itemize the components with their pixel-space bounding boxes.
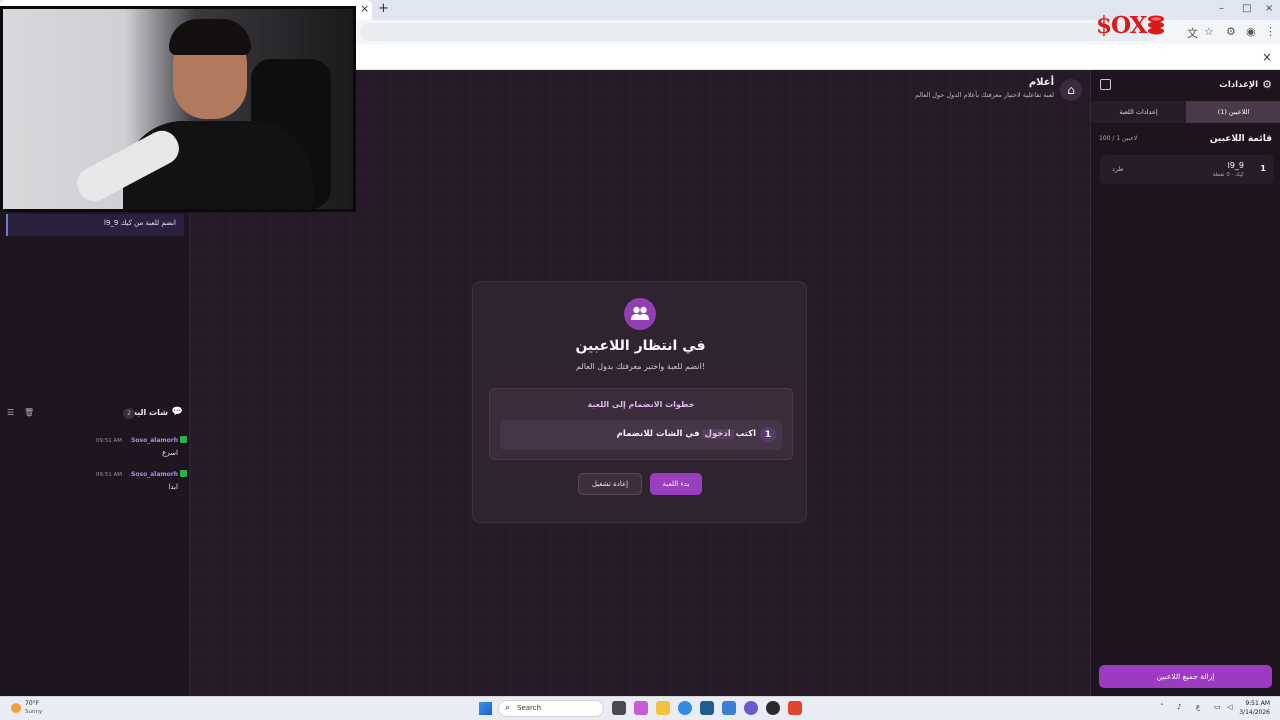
url-field[interactable] bbox=[360, 23, 1160, 41]
maximize-icon[interactable]: □ bbox=[1242, 3, 1251, 14]
settings-title: الإعدادات bbox=[1219, 80, 1258, 90]
chrome-icon[interactable] bbox=[678, 701, 692, 715]
search-icon: ⌕ bbox=[505, 703, 511, 713]
file-explorer-icon[interactable] bbox=[656, 701, 670, 715]
clock-date[interactable]: 3/14/2026 bbox=[1239, 709, 1270, 716]
join-steps: خطوات الانضمام إلى اللعبة 1 اكتبادخولفي … bbox=[489, 388, 793, 460]
chat-count-badge: 2 bbox=[123, 408, 135, 419]
kick-badge-icon bbox=[180, 470, 187, 477]
streamer-hair bbox=[169, 19, 251, 55]
chat-bubble-icon: 💬 bbox=[171, 407, 183, 417]
join-step: 1 اكتبادخولفي الشات للانضمام bbox=[500, 420, 782, 450]
restart-button[interactable]: إعادة تشغيل bbox=[578, 473, 642, 495]
players-count: 100 / 1 لاعبين bbox=[1099, 135, 1138, 142]
join-notification-text: l9_9 انضم للعبة من كيك bbox=[104, 219, 176, 227]
screen: × + – □ × 文 ☆ ⚙ ◉ ⋮ × $OX l9_9 انضم للعب… bbox=[0, 0, 1280, 720]
discord-icon[interactable] bbox=[744, 701, 758, 715]
game-title: أعلام bbox=[1028, 77, 1054, 88]
step-prefix: اكتب bbox=[735, 429, 756, 439]
bookmark-star-icon[interactable]: ☆ bbox=[1204, 25, 1214, 38]
players-icon bbox=[624, 298, 656, 330]
chat-message: Soso_alamorh 09:51 AM اسرع bbox=[0, 436, 190, 467]
step-number: 1 bbox=[760, 427, 776, 443]
tray-chevron-icon[interactable]: ˄ bbox=[1160, 703, 1164, 711]
waiting-subtitle: انضم للعبة واختبر معرفتك بدول العالم! bbox=[576, 362, 705, 371]
player-row: 1 l9_9 كيك · 0 نقطة طرد bbox=[1100, 155, 1274, 184]
waiting-title: في انتظار اللاعبين bbox=[575, 338, 706, 354]
store-icon[interactable] bbox=[722, 701, 736, 715]
chat-text: ابدا bbox=[168, 483, 178, 491]
task-view-icon[interactable] bbox=[612, 701, 626, 715]
close-window-icon[interactable]: × bbox=[1265, 3, 1273, 14]
chat-message: Soso_alamorh 09:51 AM ابدا bbox=[0, 470, 190, 501]
clock-time[interactable]: 9:51 AM bbox=[1245, 700, 1270, 707]
app-icon[interactable] bbox=[700, 701, 714, 715]
windows-start-icon[interactable] bbox=[479, 702, 492, 715]
coins-icon bbox=[1148, 15, 1164, 35]
chat-text: اسرع bbox=[162, 449, 178, 457]
start-game-button[interactable]: بدء اللعبة bbox=[650, 473, 702, 495]
chat-username: Soso_alamorh bbox=[131, 437, 178, 444]
language-icon[interactable]: ع bbox=[1196, 703, 1200, 711]
tab-players[interactable]: اللاعبين (1) bbox=[1186, 101, 1280, 123]
menu-icon[interactable]: ⋮ bbox=[1265, 25, 1276, 38]
network-icon[interactable]: ▭ bbox=[1214, 703, 1221, 711]
home-button[interactable]: ⌂ bbox=[1060, 79, 1082, 101]
volume-icon[interactable]: ◁ bbox=[1227, 703, 1232, 711]
player-name: l9_9 bbox=[1227, 161, 1244, 170]
weather-temp: 70°F bbox=[25, 700, 40, 707]
game-subtitle: لعبة تفاعلية لاختبار معرفتك بأعلام الدول… bbox=[914, 91, 1054, 99]
player-meta: كيك · 0 نقطة bbox=[1212, 172, 1244, 178]
brave-icon[interactable] bbox=[788, 701, 802, 715]
gear-icon: ⚙ bbox=[1262, 78, 1272, 91]
players-list-title: قائمة اللاعبين bbox=[1209, 134, 1272, 144]
translate-icon[interactable]: 文 bbox=[1187, 25, 1198, 41]
profile-icon[interactable]: ◉ bbox=[1246, 25, 1256, 38]
search-placeholder: Search bbox=[517, 704, 542, 712]
tab-game-settings[interactable]: إعدادات اللعبة bbox=[1091, 101, 1186, 123]
windows-taskbar: 70°F Sunny ⌕ Search ˄ ♪ ع ▭ ◁ 9:51 AM 3/… bbox=[0, 696, 1280, 720]
home-icon: ⌂ bbox=[1067, 83, 1075, 97]
player-rank: 1 bbox=[1260, 164, 1266, 173]
webcam-overlay bbox=[0, 6, 356, 212]
remove-all-players-button[interactable]: إزالة جميع اللاعبين bbox=[1099, 665, 1272, 688]
info-bar-close-icon[interactable]: × bbox=[1262, 50, 1272, 64]
tab-close-icon[interactable]: × bbox=[360, 2, 369, 15]
step-suffix: في الشات للانضمام bbox=[616, 429, 700, 439]
collapse-panel-icon[interactable] bbox=[1100, 79, 1111, 90]
settings-tabs: اللاعبين (1) إعدادات اللعبة bbox=[1091, 101, 1280, 123]
settings-panel: ⚙ الإعدادات اللاعبين (1) إعدادات اللعبة … bbox=[1090, 70, 1280, 696]
new-tab-icon[interactable]: + bbox=[378, 1, 389, 16]
step-text: اكتبادخولفي الشات للانضمام bbox=[617, 429, 756, 439]
extension-icon[interactable]: ⚙ bbox=[1226, 25, 1236, 38]
minimize-icon[interactable]: – bbox=[1219, 3, 1224, 14]
trash-icon[interactable]: 🗑 bbox=[24, 408, 34, 417]
kick-badge-icon bbox=[180, 436, 187, 443]
chat-timestamp: 09:51 AM bbox=[95, 472, 122, 478]
join-notification: l9_9 انضم للعبة من كيك bbox=[6, 214, 184, 236]
join-steps-title: خطوات الانضمام إلى اللعبة bbox=[587, 400, 695, 409]
microphone-icon[interactable]: ♪ bbox=[1177, 703, 1181, 711]
weather-condition: Sunny bbox=[25, 709, 43, 715]
streamer-logo: $OX bbox=[1096, 12, 1147, 39]
chat-username: Soso_alamorh bbox=[131, 471, 178, 478]
copilot-icon[interactable] bbox=[634, 701, 648, 715]
kick-player-button[interactable]: طرد bbox=[1112, 165, 1124, 173]
obs-icon[interactable] bbox=[766, 701, 780, 715]
chat-timestamp: 09:51 AM bbox=[95, 438, 122, 444]
sun-icon[interactable] bbox=[11, 703, 21, 713]
taskbar-search[interactable]: ⌕ Search bbox=[498, 700, 604, 717]
chat-header: 💬 شات البث 2 🗑 ☰ bbox=[0, 402, 190, 424]
step-keyword: ادخول bbox=[701, 429, 734, 439]
filter-icon[interactable]: ☰ bbox=[7, 408, 14, 417]
waiting-card: في انتظار اللاعبين انضم للعبة واختبر معر… bbox=[472, 281, 807, 523]
